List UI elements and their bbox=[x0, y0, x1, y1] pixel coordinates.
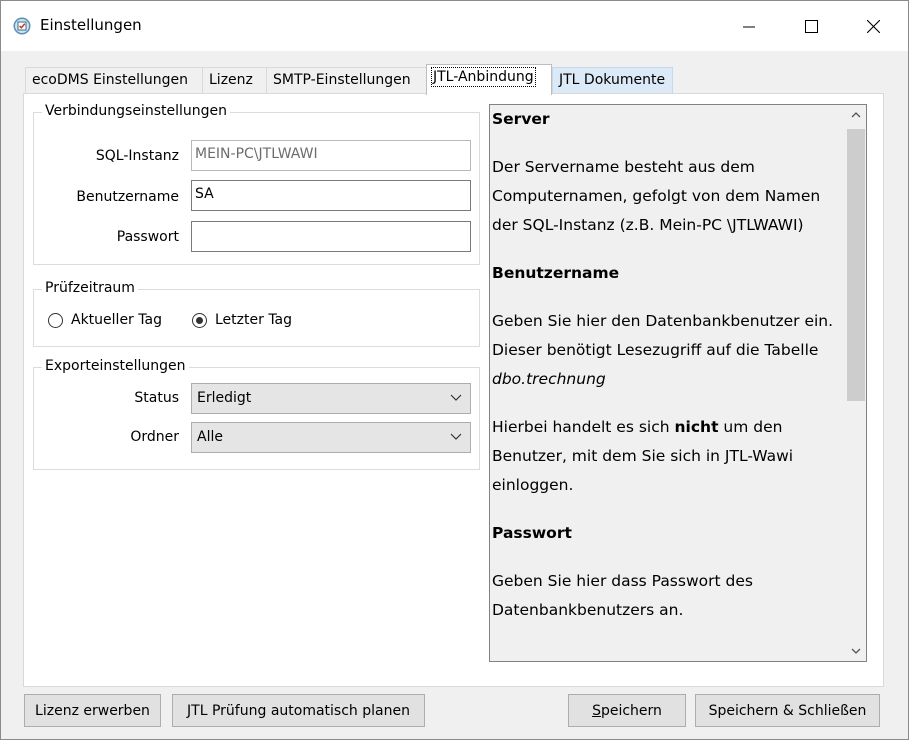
folder-value: Alle bbox=[197, 429, 223, 445]
help-text-note: Hierbei handelt es sich nicht um den Ben… bbox=[492, 413, 842, 500]
maximize-icon bbox=[804, 19, 818, 33]
help-scrollbar[interactable] bbox=[846, 105, 866, 661]
status-select[interactable]: Erledigt bbox=[191, 383, 471, 414]
help-text-part: Geben Sie hier den Datenbankbenutzer ein… bbox=[492, 312, 834, 359]
tab-ecodms-settings[interactable]: ecoDMS Einstellungen bbox=[25, 67, 203, 94]
help-text-password: Geben Sie hier dass Passwort des Datenba… bbox=[492, 572, 753, 619]
tab-label: JTL Dokumente bbox=[559, 72, 666, 88]
username-label: Benutzername bbox=[76, 189, 179, 205]
tab-label: JTL-Anbindung bbox=[431, 67, 536, 87]
folder-select[interactable]: Alle bbox=[191, 422, 471, 453]
radio-current-day[interactable]: Aktueller Tag bbox=[48, 312, 162, 328]
status-value: Erledigt bbox=[197, 390, 252, 406]
schedule-check-button[interactable]: JTL Prüfung automatisch planen bbox=[172, 694, 425, 727]
tab-jtl-connection[interactable]: JTL-Anbindung bbox=[426, 64, 552, 95]
export-settings-group: Exporteinstellungen Status Erledigt Ordn… bbox=[33, 358, 480, 470]
chevron-down-icon bbox=[450, 433, 462, 440]
radio-unchecked-icon bbox=[48, 312, 63, 328]
minimize-icon bbox=[743, 26, 755, 28]
buy-license-button[interactable]: Lizenz erwerben bbox=[24, 694, 161, 727]
connection-settings-group: Verbindungseinstellungen SQL-Instanz MEI… bbox=[33, 103, 480, 265]
tab-license[interactable]: Lizenz bbox=[202, 67, 267, 94]
window-title: Einstellungen bbox=[40, 16, 142, 34]
settings-window: Einstellungen ecoDMS Einstellungen Lizen… bbox=[0, 0, 909, 740]
tab-smtp-settings[interactable]: SMTP-Einstellungen bbox=[266, 67, 427, 94]
help-text-part: Hierbei handelt es sich bbox=[492, 418, 675, 436]
save-close-button[interactable]: Speichern & Schließen bbox=[695, 694, 880, 727]
save-button[interactable]: Speichern bbox=[568, 694, 686, 727]
close-icon bbox=[866, 19, 880, 33]
sql-instance-field[interactable]: MEIN-PC\JTLWAWI bbox=[191, 140, 471, 171]
app-icon bbox=[13, 17, 31, 35]
status-label: Status bbox=[134, 390, 179, 406]
radio-label: Aktueller Tag bbox=[71, 312, 162, 328]
save-label: peichern bbox=[600, 702, 662, 719]
help-content: Server Der Servername besteht aus dem Co… bbox=[492, 105, 842, 644]
title-bar[interactable]: Einstellungen bbox=[1, 1, 908, 51]
help-text-box[interactable]: Server Der Servername besteht aus dem Co… bbox=[489, 104, 867, 662]
tab-jtl-documents[interactable]: JTL Dokumente bbox=[552, 67, 673, 94]
tab-panel-jtl-connection: Verbindungseinstellungen SQL-Instanz MEI… bbox=[23, 93, 884, 687]
help-text-server: Der Servername besteht aus dem Computern… bbox=[492, 158, 821, 234]
help-heading-username: Benutzername bbox=[492, 264, 620, 282]
help-heading-server: Server bbox=[492, 110, 550, 128]
tab-label: Lizenz bbox=[209, 72, 253, 88]
radio-label: Letzter Tag bbox=[215, 312, 293, 328]
chevron-down-icon bbox=[450, 394, 462, 401]
username-field[interactable]: SA bbox=[191, 180, 471, 211]
folder-label: Ordner bbox=[130, 429, 179, 445]
scroll-up-icon[interactable] bbox=[851, 111, 861, 119]
help-heading-password: Passwort bbox=[492, 524, 572, 542]
group-legend: Exporteinstellungen bbox=[42, 358, 189, 374]
tab-label: ecoDMS Einstellungen bbox=[32, 72, 188, 88]
group-legend: Verbindungseinstellungen bbox=[42, 103, 230, 119]
tab-label: SMTP-Einstellungen bbox=[273, 72, 411, 88]
radio-checked-icon bbox=[192, 312, 207, 328]
group-legend: Prüfzeitraum bbox=[42, 280, 138, 296]
help-table-name: dbo.trechnung bbox=[492, 370, 606, 388]
password-field[interactable] bbox=[191, 221, 471, 252]
sql-instance-label: SQL-Instanz bbox=[95, 148, 179, 164]
scroll-thumb[interactable] bbox=[847, 129, 865, 401]
password-label: Passwort bbox=[116, 229, 179, 245]
help-text-username: Geben Sie hier den Datenbankbenutzer ein… bbox=[492, 307, 842, 394]
scroll-down-icon[interactable] bbox=[851, 647, 861, 655]
help-emphasis: nicht bbox=[674, 418, 719, 436]
close-button[interactable] bbox=[843, 1, 903, 51]
check-period-group: Prüfzeitraum Aktueller Tag Letzter Tag bbox=[33, 280, 480, 347]
save-mnemonic: S bbox=[592, 702, 601, 719]
minimize-button[interactable] bbox=[719, 1, 779, 51]
radio-last-day[interactable]: Letzter Tag bbox=[192, 312, 292, 328]
maximize-button[interactable] bbox=[781, 1, 841, 51]
